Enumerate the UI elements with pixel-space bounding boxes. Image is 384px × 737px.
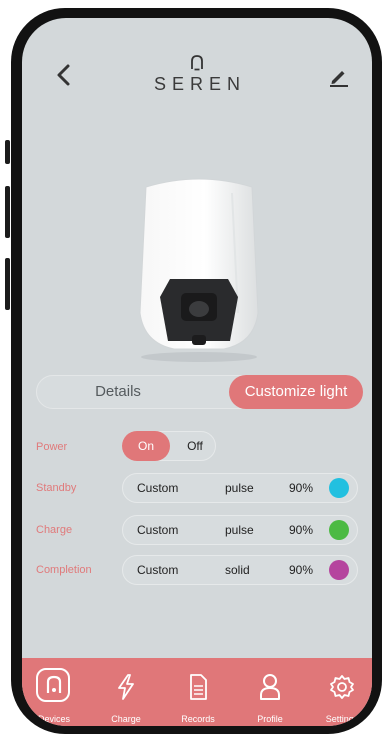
- charge-effect[interactable]: pulse: [225, 516, 254, 544]
- view-tabs: Details Customize light: [36, 375, 363, 409]
- power-on-option[interactable]: On: [122, 431, 170, 461]
- standby-label: Standby: [36, 482, 77, 494]
- charge-label: Charge: [36, 524, 73, 536]
- completion-color-swatch[interactable]: [329, 560, 349, 580]
- nav-devices[interactable]: Devices: [22, 658, 86, 726]
- completion-effect[interactable]: solid: [225, 556, 250, 584]
- nav-label: Charge: [111, 714, 141, 724]
- charge-color-swatch[interactable]: [329, 520, 349, 540]
- tab-customize-light[interactable]: Customize light: [229, 375, 363, 409]
- charger-image: [139, 178, 259, 362]
- completion-settings: Custom solid 90%: [122, 555, 358, 585]
- phone-side-button: [5, 258, 10, 310]
- lightning-icon: [118, 674, 134, 700]
- standby-settings: Custom pulse 90%: [122, 473, 358, 503]
- completion-mode[interactable]: Custom: [137, 556, 178, 584]
- charger-icon: [46, 675, 62, 693]
- bottom-nav: Devices Charge Records Profile Settings: [22, 658, 372, 726]
- app-screen: SEREN Details Customize light Power On O…: [22, 18, 372, 726]
- phone-side-button: [5, 140, 10, 164]
- seren-logo-icon: [191, 55, 203, 71]
- brand-name: SEREN: [153, 74, 246, 94]
- tab-details[interactable]: Details: [37, 375, 199, 409]
- edit-button[interactable]: [327, 64, 351, 88]
- back-button[interactable]: [54, 62, 78, 92]
- standby-effect[interactable]: pulse: [225, 474, 254, 502]
- standby-color-swatch[interactable]: [329, 478, 349, 498]
- nav-label: Settings: [325, 714, 359, 724]
- completion-brightness[interactable]: 90%: [289, 556, 313, 584]
- chevron-left-icon: [57, 64, 70, 86]
- power-label: Power: [36, 441, 68, 453]
- charge-settings: Custom pulse 90%: [122, 515, 358, 545]
- nav-label: Devices: [37, 714, 70, 724]
- nav-label: Profile: [257, 714, 283, 724]
- profile-icon: [260, 674, 280, 700]
- standby-mode[interactable]: Custom: [137, 474, 178, 502]
- nav-label: Records: [181, 714, 215, 724]
- brand-logo: SEREN: [132, 54, 262, 104]
- power-off-option[interactable]: Off: [177, 432, 213, 460]
- standby-brightness[interactable]: 90%: [289, 474, 313, 502]
- charge-mode[interactable]: Custom: [137, 516, 178, 544]
- completion-label: Completion: [36, 564, 92, 576]
- nav-charge[interactable]: Charge: [94, 658, 158, 726]
- power-toggle[interactable]: On Off: [122, 431, 216, 461]
- nav-profile[interactable]: Profile: [238, 658, 302, 726]
- phone-side-button: [5, 186, 10, 238]
- gear-icon: [330, 675, 354, 699]
- nav-settings[interactable]: Settings: [310, 658, 372, 726]
- nav-records[interactable]: Records: [166, 658, 230, 726]
- document-icon: [190, 674, 207, 700]
- pencil-icon: [330, 71, 348, 87]
- charge-brightness[interactable]: 90%: [289, 516, 313, 544]
